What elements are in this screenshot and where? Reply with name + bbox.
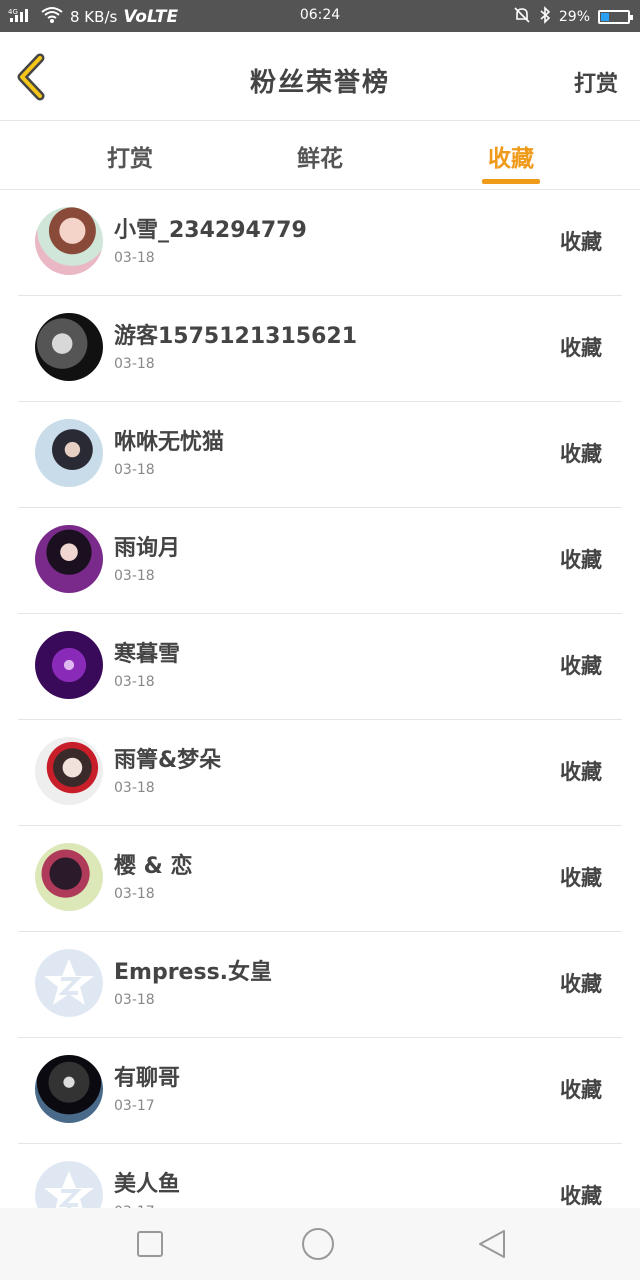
fan-name: 樱 & 恋 bbox=[114, 854, 193, 879]
list-item[interactable]: 寒暮雪 03-18 收藏 bbox=[18, 614, 622, 720]
fan-action: 收藏 bbox=[560, 866, 602, 890]
fan-date: 03-18 bbox=[114, 780, 155, 796]
avatar bbox=[35, 737, 103, 805]
fan-action: 收藏 bbox=[560, 654, 602, 678]
fan-name: 雨箐&梦朵 bbox=[114, 748, 222, 773]
status-bar: 4G 8 KB/s VoLTE 06:24 29% bbox=[0, 0, 640, 32]
battery-fill bbox=[601, 13, 610, 21]
avatar bbox=[35, 313, 103, 381]
fan-action: 收藏 bbox=[560, 336, 602, 360]
avatar bbox=[35, 525, 103, 593]
recent-apps-button[interactable] bbox=[132, 1226, 168, 1262]
list-item[interactable]: 游客1575121315621 03-18 收藏 bbox=[18, 296, 622, 402]
avatar bbox=[35, 843, 103, 911]
mute-bell-icon bbox=[513, 6, 531, 28]
fan-action: 收藏 bbox=[560, 1184, 602, 1208]
list-item[interactable]: 雨箐&梦朵 03-18 收藏 bbox=[18, 720, 622, 826]
fan-name: 美人鱼 bbox=[114, 1172, 181, 1197]
avatar bbox=[35, 1161, 103, 1208]
active-tab-indicator bbox=[482, 179, 540, 184]
avatar bbox=[35, 419, 103, 487]
default-avatar-icon bbox=[35, 949, 103, 1017]
fan-name: 有聊哥 bbox=[114, 1066, 181, 1091]
fan-action: 收藏 bbox=[560, 1078, 602, 1102]
page-title: 粉丝荣誉榜 bbox=[249, 68, 390, 98]
fan-name: 寒暮雪 bbox=[114, 642, 181, 667]
fan-action: 收藏 bbox=[560, 760, 602, 784]
fan-date: 03-18 bbox=[114, 886, 155, 902]
list-item[interactable]: 小雪_234294779 03-18 收藏 bbox=[18, 190, 622, 296]
header: 粉丝荣誉榜 打赏 bbox=[0, 32, 640, 121]
fan-name: 雨询月 bbox=[114, 536, 181, 561]
list-item[interactable]: 咻咻无忧猫 03-18 收藏 bbox=[18, 402, 622, 508]
tab-favorites[interactable]: 收藏 bbox=[451, 139, 571, 173]
triangle-back-icon bbox=[479, 1230, 505, 1258]
fan-date: 03-18 bbox=[114, 462, 155, 478]
list-item[interactable]: Empress.女皇 03-18 收藏 bbox=[18, 932, 622, 1038]
battery-percent: 29% bbox=[558, 9, 590, 25]
square-icon bbox=[137, 1231, 163, 1257]
list-item[interactable]: 美人鱼 03-17 收藏 bbox=[18, 1144, 622, 1208]
circle-icon bbox=[302, 1228, 334, 1260]
list-item[interactable]: 有聊哥 03-17 收藏 bbox=[18, 1038, 622, 1144]
fan-name: 咻咻无忧猫 bbox=[114, 430, 225, 455]
tab-reward[interactable]: 打赏 bbox=[70, 139, 190, 173]
fan-name: Empress.女皇 bbox=[114, 960, 273, 985]
fan-date: 03-18 bbox=[114, 250, 155, 266]
tab-bar: 打赏 鲜花 收藏 bbox=[0, 121, 640, 190]
avatar bbox=[35, 1055, 103, 1123]
fan-date: 03-18 bbox=[114, 674, 155, 690]
reward-button[interactable]: 打赏 bbox=[574, 66, 618, 98]
back-nav-button[interactable] bbox=[474, 1226, 510, 1262]
fan-date: 03-17 bbox=[114, 1098, 155, 1114]
tab-flowers[interactable]: 鲜花 bbox=[260, 139, 380, 173]
fan-name: 小雪_234294779 bbox=[114, 218, 307, 243]
fan-action: 收藏 bbox=[560, 442, 602, 466]
avatar bbox=[35, 949, 103, 1017]
status-right: 29% bbox=[513, 6, 633, 28]
avatar bbox=[35, 631, 103, 699]
fan-date: 03-18 bbox=[114, 356, 155, 372]
bluetooth-icon bbox=[539, 6, 551, 28]
battery-icon bbox=[598, 10, 633, 24]
fan-action: 收藏 bbox=[560, 230, 602, 254]
list-item[interactable]: 雨询月 03-18 收藏 bbox=[18, 508, 622, 614]
system-nav-bar bbox=[0, 1208, 640, 1280]
fan-date: 03-18 bbox=[114, 568, 155, 584]
fan-name: 游客1575121315621 bbox=[114, 324, 357, 349]
fan-list: 小雪_234294779 03-18 收藏 游客1575121315621 03… bbox=[18, 190, 622, 1208]
list-item[interactable]: 樱 & 恋 03-18 收藏 bbox=[18, 826, 622, 932]
fan-action: 收藏 bbox=[560, 548, 602, 572]
home-button[interactable] bbox=[300, 1226, 336, 1262]
default-avatar-icon bbox=[35, 1161, 103, 1208]
fan-date: 03-18 bbox=[114, 992, 155, 1008]
fan-action: 收藏 bbox=[560, 972, 602, 996]
avatar bbox=[35, 207, 103, 275]
